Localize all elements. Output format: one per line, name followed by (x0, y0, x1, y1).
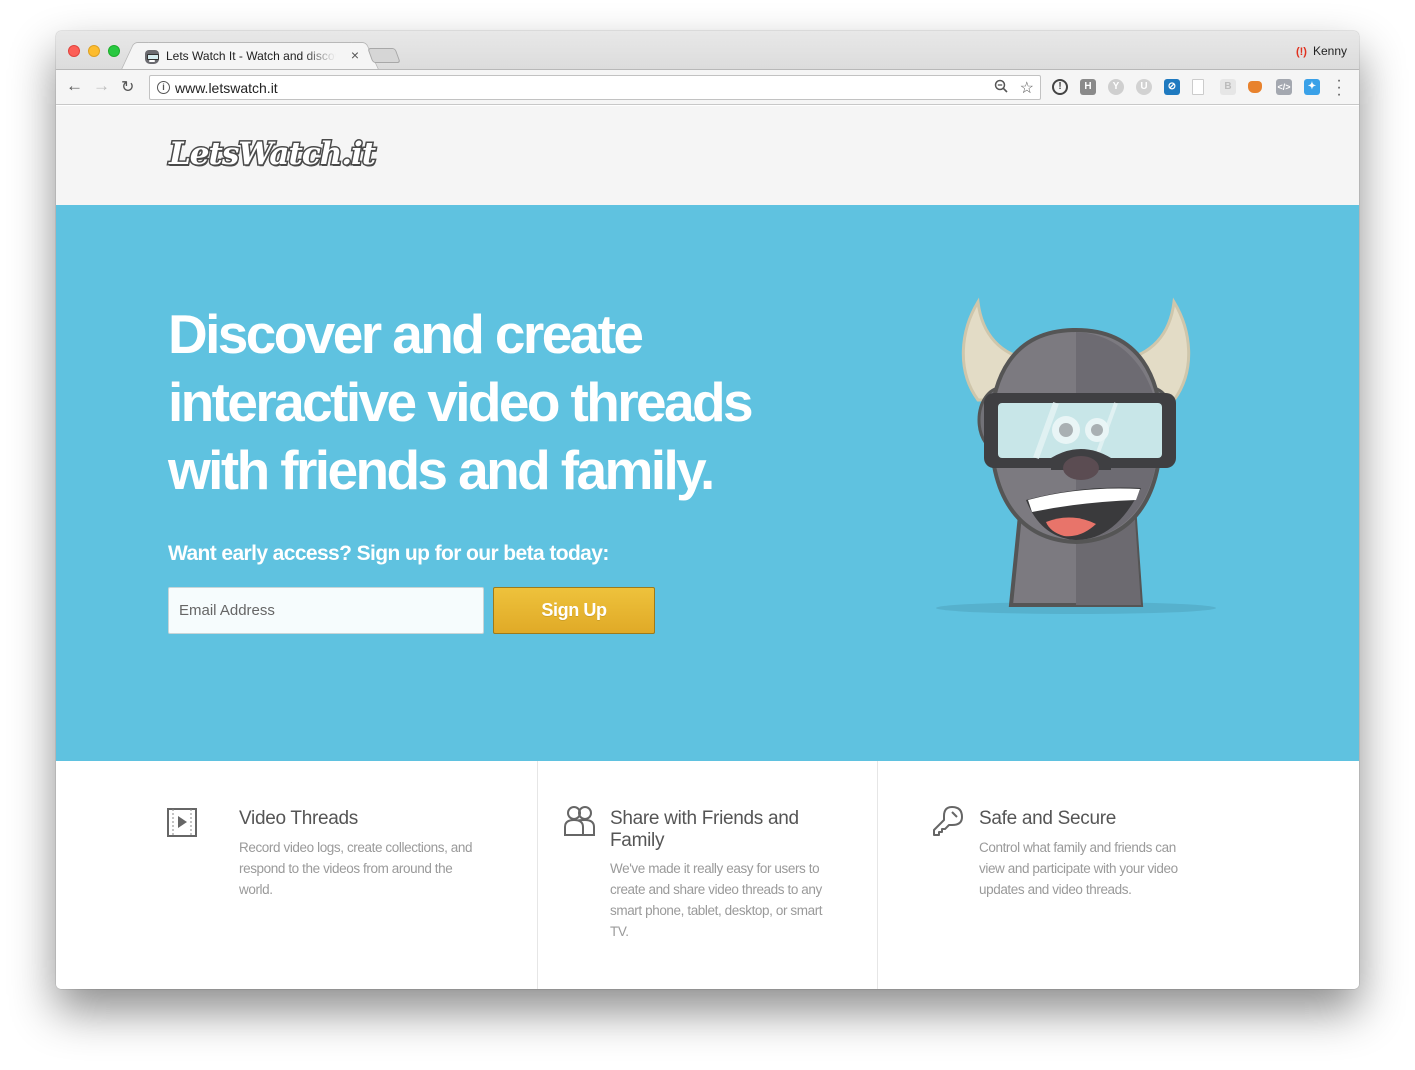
sign-up-button[interactable]: Sign Up (493, 587, 655, 634)
feature-title: Safe and Secure (979, 808, 1117, 829)
film-play-icon (167, 808, 197, 837)
browser-tab-active[interactable]: Lets Watch It - Watch and discover × (134, 42, 366, 70)
back-arrow-icon[interactable]: ← (66, 76, 83, 96)
ublock-icon[interactable]: U (1136, 79, 1152, 95)
profile-button[interactable]: (!) Kenny (1296, 44, 1347, 58)
forward-arrow-icon[interactable]: → (93, 76, 110, 96)
title-bar: Lets Watch It - Watch and discover × (!)… (56, 31, 1359, 70)
twitter-dev-icon[interactable]: ✦ (1304, 79, 1320, 95)
feature-divider (537, 761, 538, 989)
browser-toolbar: ← → ↻ i www.letswatch.it ☆ ! H Y U ⊘ B <… (56, 69, 1359, 105)
metamask-fox-icon[interactable] (1248, 81, 1262, 93)
feature-divider (877, 761, 878, 989)
hacker-news-icon[interactable]: H (1080, 79, 1096, 95)
zoom-out-icon[interactable] (994, 79, 1008, 96)
feature-title: Share with Friends and Family (610, 808, 799, 851)
hero-section: Discover and create interactive video th… (56, 205, 1359, 761)
tab-close-icon[interactable]: × (351, 47, 359, 63)
bookmark-star-icon[interactable]: ☆ (1020, 78, 1034, 98)
maximize-window-button[interactable] (108, 45, 120, 57)
feature-description: We've made it really easy for users to c… (610, 861, 823, 939)
address-bar[interactable]: i www.letswatch.it ☆ (149, 75, 1041, 100)
key-icon (933, 806, 963, 836)
site-header: LetsWatch.it (56, 106, 1359, 205)
site-info-icon[interactable]: i (157, 81, 170, 94)
browser-menu-icon[interactable]: · · · (1336, 73, 1342, 103)
beta-signup-label: Want early access? Sign up for our beta … (168, 542, 609, 565)
feature-title: Video Threads (239, 808, 358, 829)
feature-description: Control what family and friends can view… (979, 840, 1178, 897)
features-section: Video Threads Record video logs, create … (56, 761, 1359, 989)
blank-page-icon[interactable] (1192, 79, 1204, 95)
bitly-icon[interactable]: B (1220, 79, 1236, 95)
hero-headline: Discover and create interactive video th… (168, 303, 754, 501)
email-input[interactable] (168, 587, 484, 634)
browser-window: Lets Watch It - Watch and discover × (!)… (56, 31, 1359, 989)
feature-description: Record video logs, create collections, a… (239, 840, 473, 897)
close-window-button[interactable] (68, 45, 80, 57)
profile-sync-error-icon: (!) (1295, 46, 1307, 58)
profile-name: Kenny (1312, 44, 1347, 58)
users-icon (564, 806, 595, 836)
new-tab-button[interactable] (367, 48, 401, 63)
minimize-window-button[interactable] (88, 45, 100, 57)
code-tag-icon[interactable]: </> (1276, 79, 1292, 95)
reload-icon[interactable]: ↻ (121, 77, 134, 97)
web-page: LetsWatch.it Discover and create interac… (56, 106, 1359, 989)
safari-compass-icon[interactable]: ⊘ (1164, 79, 1180, 95)
site-logo[interactable]: LetsWatch.it (167, 135, 377, 174)
1password-icon[interactable]: ! (1052, 79, 1068, 95)
mascot-nose (1063, 456, 1099, 480)
url-text[interactable]: www.letswatch.it (175, 80, 278, 96)
tab-title: Lets Watch It - Watch and discover (166, 49, 336, 63)
mascot-gnu-illustration (936, 297, 1216, 614)
site-favicon-icon (145, 50, 159, 64)
yoast-icon[interactable]: Y (1108, 79, 1124, 95)
